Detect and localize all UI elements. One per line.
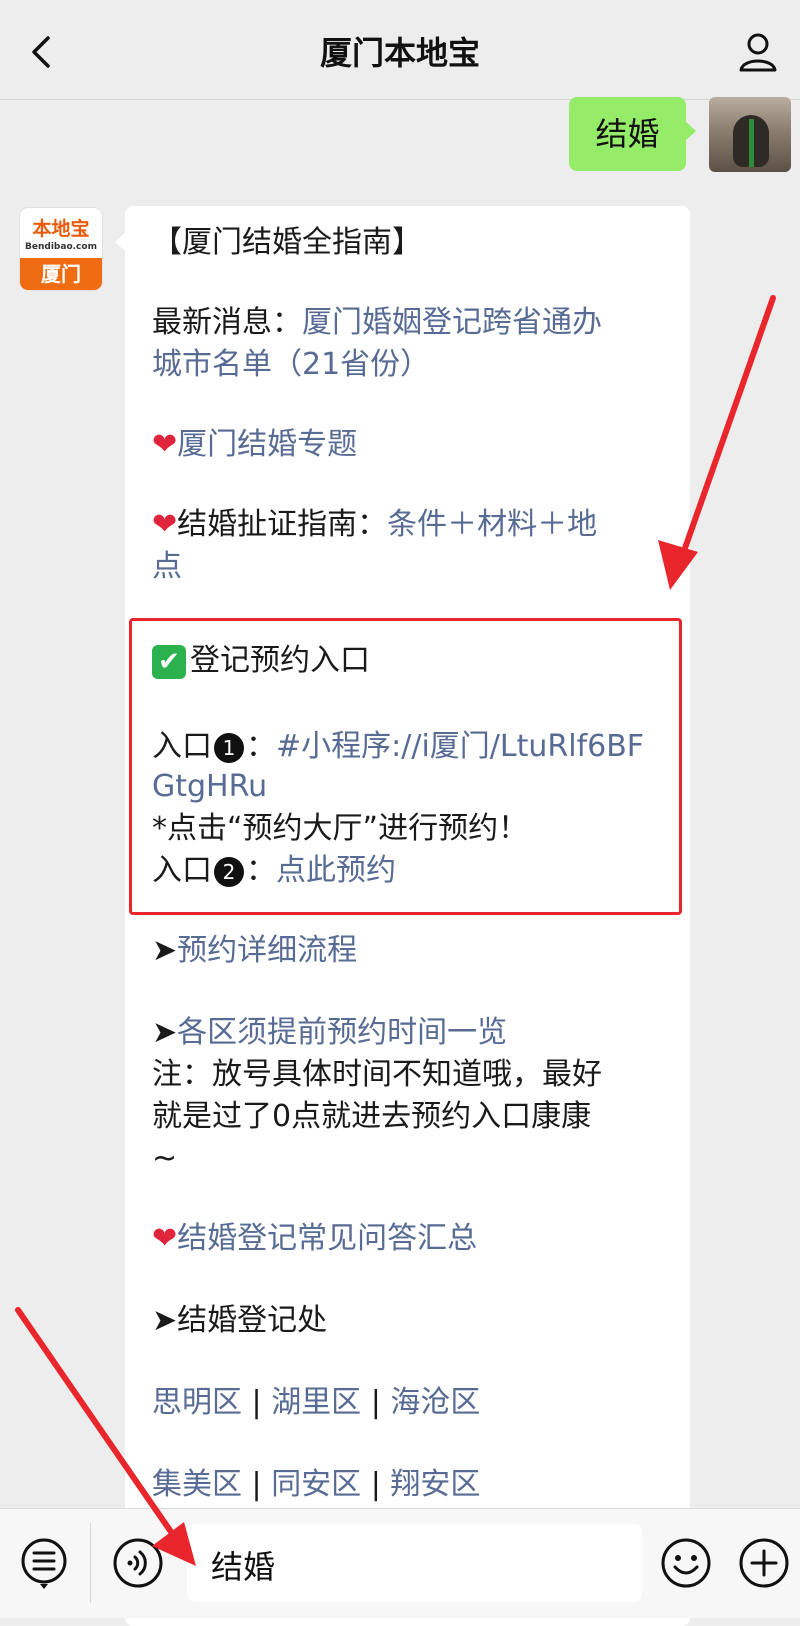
guide-link-cont[interactable]: 点 [152,546,182,588]
avatar-logo-sub: Bendibao.com [25,242,97,252]
entry1-link-cont[interactable]: GtgHRu [152,766,267,808]
latest-news-link-cont[interactable]: 城市名单（21省份） [152,344,430,386]
chat-header: 厦门本地宝 [0,0,800,100]
bullet-arrow-icon: ➤ [152,1303,178,1338]
heart-icon: ❤ [152,1221,178,1256]
input-bar-divider [90,1523,91,1603]
entry2-label: 入口 [152,853,212,888]
district-link-xiangan[interactable]: 翔安区 [390,1467,480,1502]
register-title-line: ✔ 登记预约入口 [152,640,370,682]
faq-link[interactable]: 结婚登记常见问答汇总 [177,1221,477,1256]
district-link-siming[interactable]: 思明区 [152,1385,242,1420]
entry1-colon: ： [246,729,276,764]
advance-link[interactable]: 各区须提前预约时间一览 [177,1015,507,1050]
note-line-3: ~ [152,1141,178,1176]
message-title: 【厦门结婚全指南】 [152,225,422,260]
district-row-1: 思明区 | 湖里区 | 海沧区 [152,1382,480,1424]
office-label: 结婚登记处 [177,1303,328,1338]
entry1-number-icon: 1 [214,732,244,763]
plus-icon[interactable] [738,1537,790,1589]
advance-line: ➤各区须提前预约时间一览 [152,1012,507,1054]
guide-label: 结婚扯证指南： [177,507,388,542]
entry2-colon: ： [246,853,276,888]
entry1-line: 入口 1 ：#小程序://i厦门/LtuRlf6BF [152,726,644,768]
district-link-huli[interactable]: 湖里区 [271,1385,361,1420]
profile-icon[interactable] [736,30,780,74]
menu-list-icon[interactable] [18,1537,70,1589]
process-link[interactable]: 预约详细流程 [177,933,357,968]
heart-icon: ❤ [152,427,178,462]
district-sep: | [242,1385,272,1420]
emoji-icon[interactable] [660,1537,712,1589]
heart-icon: ❤ [152,507,178,542]
input-bar: 结婚 [0,1508,800,1618]
entry1-note: *点击“预约大厅”进行预约！ [152,811,529,846]
topic-line: ❤厦门结婚专题 [152,424,357,466]
avatar-stripe [749,119,754,167]
guide-link[interactable]: 条件＋材料＋地 [387,507,597,542]
avatar-logo-text: 本地宝 [32,218,90,240]
district-sep: | [242,1467,272,1502]
district-sep: | [361,1467,391,1502]
voice-icon[interactable] [112,1537,164,1589]
note-line-2: 就是过了0点就进去预约入口康康 [152,1099,592,1134]
user-avatar[interactable] [709,97,791,172]
topic-link[interactable]: 厦门结婚专题 [177,427,357,462]
guide-line: ❤结婚扯证指南：条件＋材料＋地 [152,504,597,546]
district-row-2: 集美区 | 同安区 | 翔安区 [152,1464,480,1506]
bot-avatar[interactable]: 本地宝 Bendibao.com 厦门 [20,208,102,290]
note-line-1: 注：放号具体时间不知道哦，最好 [152,1057,602,1092]
avatar-city-band: 厦门 [20,258,102,290]
message-input-value: 结婚 [211,1548,276,1586]
entry1-link[interactable]: #小程序://i厦门/LtuRlf6BF [276,729,644,764]
latest-news-link[interactable]: 厦门婚姻登记跨省通办 [302,305,602,340]
faq-line: ❤结婚登记常见问答汇总 [152,1218,477,1260]
latest-news-line: 最新消息：厦门婚姻登记跨省通办 [152,302,602,344]
chat-title: 厦门本地宝 [319,34,480,72]
district-link-haicang[interactable]: 海沧区 [390,1385,480,1420]
register-title: 登记预约入口 [190,643,370,678]
entry2-link[interactable]: 点此预约 [276,853,396,888]
district-sep: | [361,1385,391,1420]
latest-label: 最新消息： [152,305,302,340]
entry1-label: 入口 [152,729,212,764]
message-input[interactable]: 结婚 [187,1524,642,1602]
district-link-tongan[interactable]: 同安区 [271,1467,361,1502]
check-icon: ✔ [152,644,186,679]
bullet-arrow-icon: ➤ [152,1015,178,1050]
process-line: ➤预约详细流程 [152,930,357,972]
entry2-number-icon: 2 [214,856,244,887]
district-link-jimei[interactable]: 集美区 [152,1467,242,1502]
bullet-arrow-icon: ➤ [152,933,178,968]
office-line: ➤结婚登记处 [152,1300,327,1342]
user-message-bubble[interactable]: 结婚 [569,97,696,171]
entry2-line: 入口 2 ：点此预约 [152,850,396,892]
